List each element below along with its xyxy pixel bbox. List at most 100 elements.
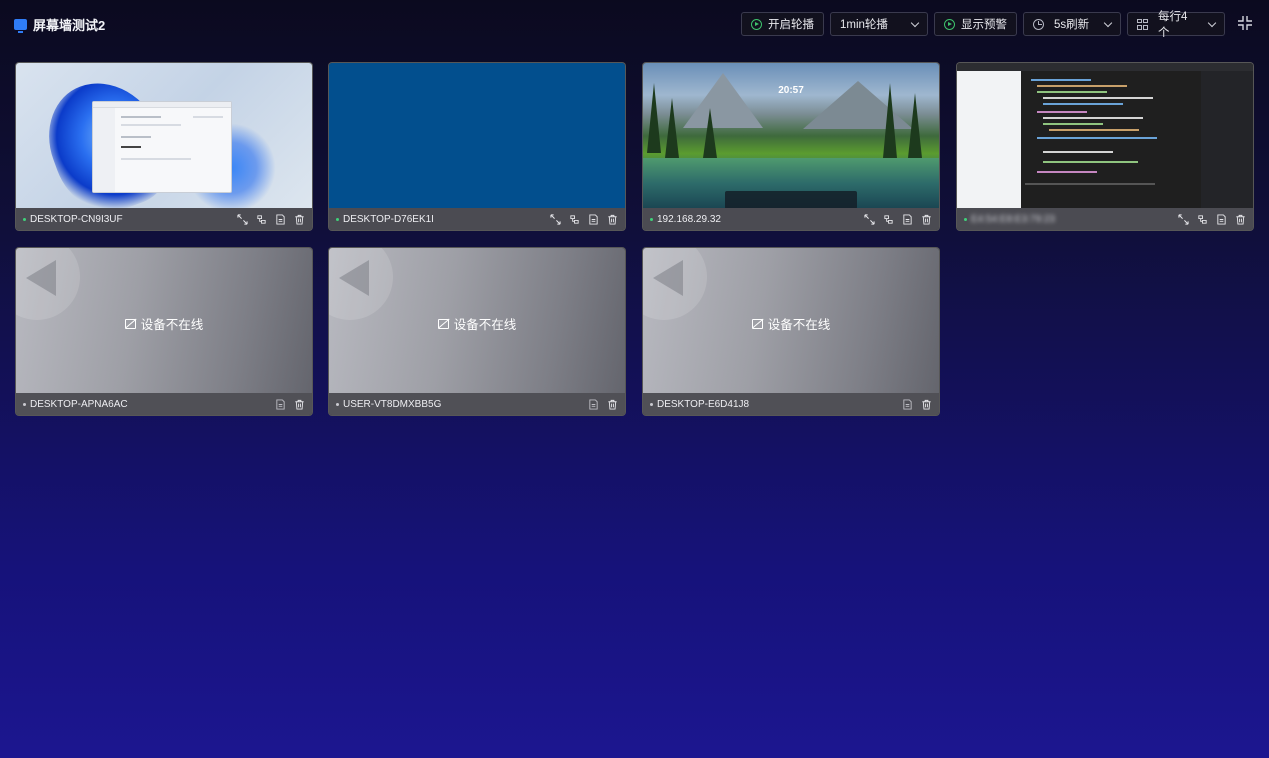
remote-control-icon: [883, 214, 893, 224]
show-alerts-button[interactable]: 显示预警: [934, 12, 1017, 36]
save-screenshot-button[interactable]: [1215, 213, 1227, 225]
online-status-dot: [336, 217, 339, 221]
rotation-interval-value: 1min轮播: [840, 19, 888, 31]
save-screenshot-button[interactable]: [901, 398, 913, 410]
device-card[interactable]: 设备不在线 USER-VT8DMXBB5G: [328, 247, 626, 416]
delete-button[interactable]: [293, 213, 305, 225]
expand-button[interactable]: [549, 213, 561, 225]
trash-icon: [294, 399, 304, 410]
device-name: E4:54:E8:E3:79:23: [971, 213, 1055, 225]
monitor-icon: [14, 18, 27, 33]
delete-button[interactable]: [920, 213, 932, 225]
device-name: DESKTOP-APNA6AC: [30, 398, 128, 410]
device-card-footer: DESKTOP-E6D41J8: [643, 393, 939, 415]
delete-button[interactable]: [1234, 213, 1246, 225]
offline-status-dot: [650, 402, 653, 406]
mountain-shape: [683, 73, 763, 128]
device-name: DESKTOP-CN9I3UF: [30, 213, 123, 225]
grid-icon: [1137, 18, 1148, 30]
logo-watermark-icon: [26, 260, 56, 296]
online-status-dot: [650, 217, 653, 221]
trash-icon: [921, 214, 931, 225]
offline-status-dot: [23, 402, 26, 406]
device-screenshot-placeholder: 设备不在线: [329, 248, 625, 394]
device-card[interactable]: E4:54:E8:E3:79:23: [956, 62, 1254, 231]
device-card-footer: E4:54:E8:E3:79:23: [957, 208, 1253, 230]
expand-icon: [1177, 213, 1189, 225]
editor-pane: [1021, 71, 1201, 209]
screen-clock: 20:57: [778, 85, 804, 96]
remote-control-icon: [569, 214, 579, 224]
device-screenshot[interactable]: 20:57: [643, 63, 939, 209]
rotation-toggle-button[interactable]: 开启轮播: [741, 12, 824, 36]
offline-text: 设备不在线: [767, 318, 831, 332]
expand-button[interactable]: [863, 213, 875, 225]
rotation-interval-select[interactable]: 1min轮播: [830, 12, 928, 36]
expand-button[interactable]: [236, 213, 248, 225]
tree-shape: [665, 98, 679, 158]
save-screenshot-button[interactable]: [587, 398, 599, 410]
editor-tab-bar: [957, 63, 1253, 71]
device-screenshot-placeholder: 设备不在线: [643, 248, 939, 394]
delete-button[interactable]: [293, 398, 305, 410]
remote-control-button[interactable]: [568, 213, 580, 225]
logo-watermark-icon: [339, 260, 369, 296]
device-screenshot[interactable]: [957, 63, 1253, 209]
device-name: DESKTOP-E6D41J8: [657, 398, 750, 410]
device-card-footer: 192.168.29.32: [643, 208, 939, 230]
monitor-off-icon: [437, 318, 449, 329]
play-circle-icon: [944, 18, 955, 30]
remote-control-icon: [256, 214, 266, 224]
chevron-down-icon: [1103, 18, 1113, 27]
file-icon: [275, 213, 285, 225]
online-status-dot: [964, 217, 967, 221]
tree-shape: [908, 93, 922, 158]
remote-control-button[interactable]: [882, 213, 894, 225]
tree-shape: [703, 108, 717, 158]
device-card[interactable]: 设备不在线 DESKTOP-E6D41J8: [642, 247, 940, 416]
save-screenshot-button[interactable]: [587, 213, 599, 225]
remote-control-icon: [1197, 214, 1207, 224]
refresh-interval-select[interactable]: 5s刷新: [1023, 12, 1121, 36]
remote-control-button[interactable]: [1196, 213, 1208, 225]
exit-fullscreen-button[interactable]: [1237, 15, 1255, 33]
delete-button[interactable]: [606, 398, 618, 410]
device-screenshot[interactable]: [329, 63, 625, 209]
file-icon: [1216, 213, 1226, 225]
page-title-text: 屏幕墙测试2: [33, 17, 106, 33]
save-screenshot-button[interactable]: [274, 398, 286, 410]
clock-icon: [1033, 18, 1044, 30]
refresh-interval-value: 5s刷新: [1054, 19, 1090, 31]
top-bar: 屏幕墙测试2 开启轮播 1min轮播 显示预警 5s刷新 每行4个: [0, 0, 1269, 48]
device-card[interactable]: 设备不在线 DESKTOP-APNA6AC: [15, 247, 313, 416]
save-screenshot-button[interactable]: [901, 213, 913, 225]
device-name: USER-VT8DMXBB5G: [343, 398, 442, 410]
expand-icon: [863, 213, 875, 225]
delete-button[interactable]: [920, 398, 932, 410]
delete-button[interactable]: [606, 213, 618, 225]
device-card[interactable]: DESKTOP-D76EK1I: [328, 62, 626, 231]
monitor-off-icon: [124, 318, 136, 329]
editor-right-panel: [1201, 71, 1253, 209]
device-name: DESKTOP-D76EK1I: [343, 213, 434, 225]
device-card-footer: USER-VT8DMXBB5G: [329, 393, 625, 415]
expand-icon: [236, 213, 248, 225]
file-icon: [275, 398, 285, 410]
editor-sidebar: [957, 71, 1021, 209]
logo-watermark-icon: [653, 260, 683, 296]
offline-status-dot: [336, 402, 339, 406]
expand-button[interactable]: [1177, 213, 1189, 225]
file-icon: [588, 213, 598, 225]
device-card-footer: DESKTOP-APNA6AC: [16, 393, 312, 415]
device-card[interactable]: 20:57 192.168.29.32: [642, 62, 940, 231]
device-screenshot[interactable]: [16, 63, 312, 209]
per-row-select[interactable]: 每行4个: [1127, 11, 1225, 39]
file-icon: [902, 213, 912, 225]
device-screenshot-placeholder: 设备不在线: [16, 248, 312, 394]
save-screenshot-button[interactable]: [274, 213, 286, 225]
app-window-thumbnail: [92, 101, 232, 193]
trash-icon: [607, 399, 617, 410]
device-card[interactable]: DESKTOP-CN9I3UF: [15, 62, 313, 231]
offline-text: 设备不在线: [140, 318, 204, 332]
remote-control-button[interactable]: [255, 213, 267, 225]
